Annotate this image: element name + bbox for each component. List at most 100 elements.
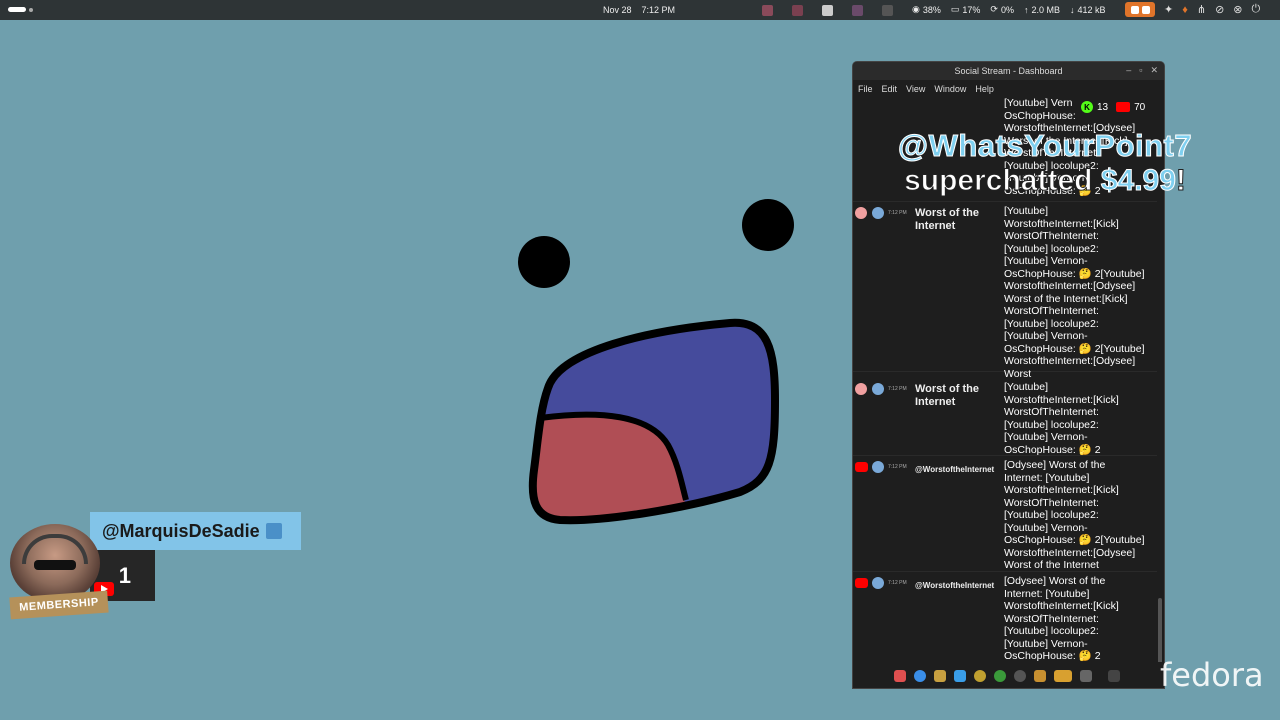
superchat-alert: @WhatsYourPoint7 superchatted $4.99! xyxy=(890,128,1200,198)
youtube-viewer-count: 70 xyxy=(1134,101,1146,113)
menu-edit[interactable]: Edit xyxy=(882,84,898,94)
memory-icon: ▭ xyxy=(950,4,960,14)
message-author[interactable]: @WorstoftheInternet xyxy=(915,579,1009,592)
filter-icon[interactable] xyxy=(954,670,966,682)
list-item[interactable]: 7:12 PM Worst of the Internet [Youtube] … xyxy=(853,202,1157,380)
speaker-icon[interactable] xyxy=(1080,670,1092,682)
message-author[interactable]: Worst of the Internet xyxy=(915,207,1005,233)
message-text: [Youtube] WorstoftheInternet:[Kick] Wors… xyxy=(1004,205,1145,380)
dashboard-toolbar xyxy=(853,662,1164,688)
mouth-tongue xyxy=(532,413,686,521)
recording-indicator-icon[interactable] xyxy=(1125,2,1155,17)
activities-button[interactable] xyxy=(8,7,33,12)
superchat-bang: ! xyxy=(1175,164,1186,198)
member-name-banner: @MarquisDeSadie xyxy=(90,512,301,550)
emoji-icon[interactable] xyxy=(974,670,986,682)
superchat-word: superchatted xyxy=(904,164,1093,198)
list-item[interactable]: 7:12 PM @WorstoftheInternet [Odysee] Wor… xyxy=(853,572,1157,662)
feed-scrollbar[interactable] xyxy=(1158,598,1162,662)
youtube-source-icon xyxy=(855,462,868,472)
pause-icon[interactable] xyxy=(894,670,906,682)
message-time: 7:12 PM xyxy=(888,464,907,470)
tray-icons xyxy=(762,3,912,17)
clock[interactable]: Nov 28 7:12 PM xyxy=(603,5,675,15)
sunglasses-icon xyxy=(34,560,76,570)
superchat-amount: $4.99 xyxy=(1100,164,1176,198)
system-status: ✦ ♦ ⋔ ⊘ ⊗ ⏻ xyxy=(1125,2,1260,17)
fedora-logo: fedora xyxy=(1160,656,1264,694)
record-icon[interactable] xyxy=(1014,670,1026,682)
mic-off-icon[interactable]: ⊗ xyxy=(1233,3,1242,16)
minimize-icon[interactable]: – xyxy=(1126,65,1131,76)
accessibility-icon[interactable]: ✦ xyxy=(1164,3,1173,16)
viewer-counters: K 13 70 xyxy=(1081,101,1145,113)
network-icon[interactable]: ⋔ xyxy=(1197,3,1206,16)
list-item[interactable]: 7:12 PM Worst of the Internet [Youtube] … xyxy=(853,378,1157,456)
menu-view[interactable]: View xyxy=(906,84,925,94)
workspace-indicator-icon xyxy=(8,7,26,12)
upload-icon: ↑ xyxy=(1023,4,1029,15)
avatar xyxy=(872,207,884,219)
menu-window[interactable]: Window xyxy=(934,84,966,94)
upload-value: 2.0 MB xyxy=(1031,4,1060,15)
menu-help[interactable]: Help xyxy=(975,84,994,94)
avatar xyxy=(872,577,884,589)
clock-date: Nov 28 xyxy=(603,5,632,15)
refresh-icon[interactable] xyxy=(994,670,1006,682)
app-tray-icon[interactable] xyxy=(852,4,863,16)
avatar xyxy=(10,524,100,602)
system-monitor[interactable]: ◉ 38% ▭ 17% ⟳ 0% ↑ 2.0 MB ↓ 412 kB xyxy=(912,4,1106,15)
member-count: 1 xyxy=(118,562,131,588)
collapse-icon[interactable] xyxy=(1108,670,1120,682)
youtube-source-icon xyxy=(855,578,868,588)
member-name: @MarquisDeSadie xyxy=(102,520,260,541)
right-eye xyxy=(742,199,794,251)
mouth-top xyxy=(532,322,775,521)
menu-bar: File Edit View Window Help xyxy=(853,80,1164,98)
maximize-icon[interactable]: ▫ xyxy=(1139,65,1142,76)
mouth-outline xyxy=(528,318,780,525)
download-icon: ↓ xyxy=(1069,4,1075,15)
broom-icon[interactable] xyxy=(1034,670,1046,682)
message-text: [Youtube] WorstoftheInternet:[Kick] Wors… xyxy=(1004,381,1119,456)
auto-icon[interactable] xyxy=(1054,670,1072,682)
tongue-outline xyxy=(539,411,689,501)
message-author[interactable]: Worst of the Internet xyxy=(915,383,1005,409)
superchat-user: @WhatsYourPoint7 xyxy=(897,128,1193,164)
muted-icon[interactable]: ⊘ xyxy=(1215,3,1224,16)
membership-label: MEMBERSHIP xyxy=(9,590,109,620)
superchat-line: superchatted $4.99! xyxy=(890,164,1200,198)
cpu-value: 38% xyxy=(922,4,941,15)
app-tray-icon[interactable] xyxy=(792,4,803,16)
window-titlebar[interactable]: Social Stream - Dashboard – ▫ ✕ xyxy=(853,62,1164,80)
close-icon[interactable]: ✕ xyxy=(1150,65,1158,76)
memory-value: 17% xyxy=(962,4,981,15)
message-time: 7:12 PM xyxy=(888,210,907,216)
menu-file[interactable]: File xyxy=(858,84,873,94)
message-time: 7:12 PM xyxy=(888,580,907,586)
message-text: [Odysee] Worst of the Internet: [Youtube… xyxy=(1004,459,1145,571)
app-tray-icon[interactable] xyxy=(762,4,773,16)
kick-source-icon xyxy=(855,383,867,395)
message-author[interactable]: @WorstoftheInternet xyxy=(915,463,1009,476)
kick-icon: K xyxy=(1081,101,1093,113)
window-title: Social Stream - Dashboard xyxy=(954,66,1063,76)
message-time: 7:12 PM xyxy=(888,386,907,392)
kick-viewer-count: 13 xyxy=(1097,101,1109,113)
bell-icon[interactable] xyxy=(934,670,946,682)
top-bar: Nov 28 7:12 PM ◉ 38% ▭ 17% ⟳ 0% ↑ 2.0 MB ↓ 41… xyxy=(0,0,1280,20)
list-item[interactable]: 7:12 PM @WorstoftheInternet [Odysee] Wor… xyxy=(853,456,1157,572)
game-mode-icon[interactable]: ♦ xyxy=(1182,4,1188,16)
youtube-icon xyxy=(1116,102,1131,112)
workspace-dot-icon xyxy=(29,7,33,12)
verified-icon xyxy=(265,523,282,539)
kick-source-icon xyxy=(855,207,867,219)
message-text: [Odysee] Worst of the Internet: [Youtube… xyxy=(1004,575,1119,662)
chat-icon[interactable] xyxy=(914,670,926,682)
power-icon[interactable]: ⏻ xyxy=(1252,3,1261,16)
close-tray-icon[interactable] xyxy=(882,4,893,16)
download-value: 412 kB xyxy=(1077,4,1106,15)
left-eye xyxy=(518,236,570,288)
discord-tray-icon[interactable] xyxy=(822,4,833,16)
clock-time: 7:12 PM xyxy=(641,5,676,15)
